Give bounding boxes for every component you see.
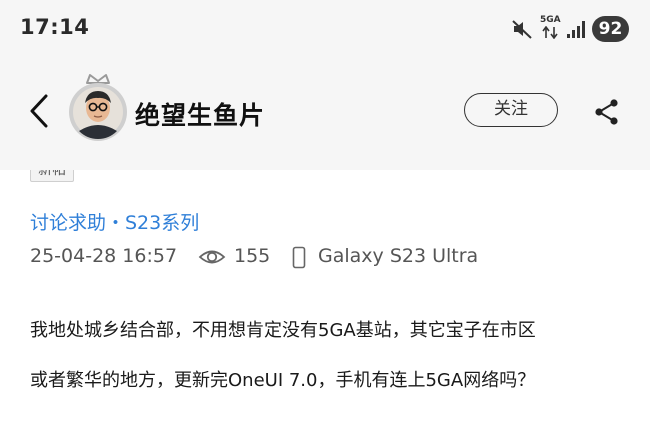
data-arrows-icon (542, 26, 558, 39)
device-model: Galaxy S23 Ultra (318, 245, 479, 267)
author-name[interactable]: 绝望生鱼片 (135, 96, 265, 132)
view-count: 155 (234, 245, 271, 267)
battery-indicator: 92 (592, 16, 629, 42)
network-label: 5GA (540, 15, 561, 25)
post-tag: 新帖 (30, 170, 90, 190)
post-body-line: 或者繁华的地方，更新完OneUI 7.0，手机有连上5GA网络吗？ (30, 370, 536, 391)
post-category-link[interactable]: 讨论求助・S23系列 (30, 208, 199, 235)
follow-button[interactable]: 关注 (464, 93, 558, 127)
status-time: 17:14 (20, 15, 90, 39)
eye-icon (198, 250, 226, 264)
avatar[interactable] (67, 73, 129, 143)
network-indicator: 5GA (540, 15, 561, 41)
mute-icon (512, 20, 532, 39)
phone-icon (292, 246, 306, 269)
back-chevron-icon[interactable] (26, 93, 52, 129)
post-date: 25-04-28 16:57 (30, 245, 178, 267)
signal-icon (567, 21, 585, 38)
post-body-line: 我地处城乡结合部，不用想肯定没有5GA基站，其它宝子在市区 (30, 320, 536, 341)
post-tag-label: 新帖 (30, 170, 74, 182)
share-icon[interactable] (594, 98, 620, 126)
